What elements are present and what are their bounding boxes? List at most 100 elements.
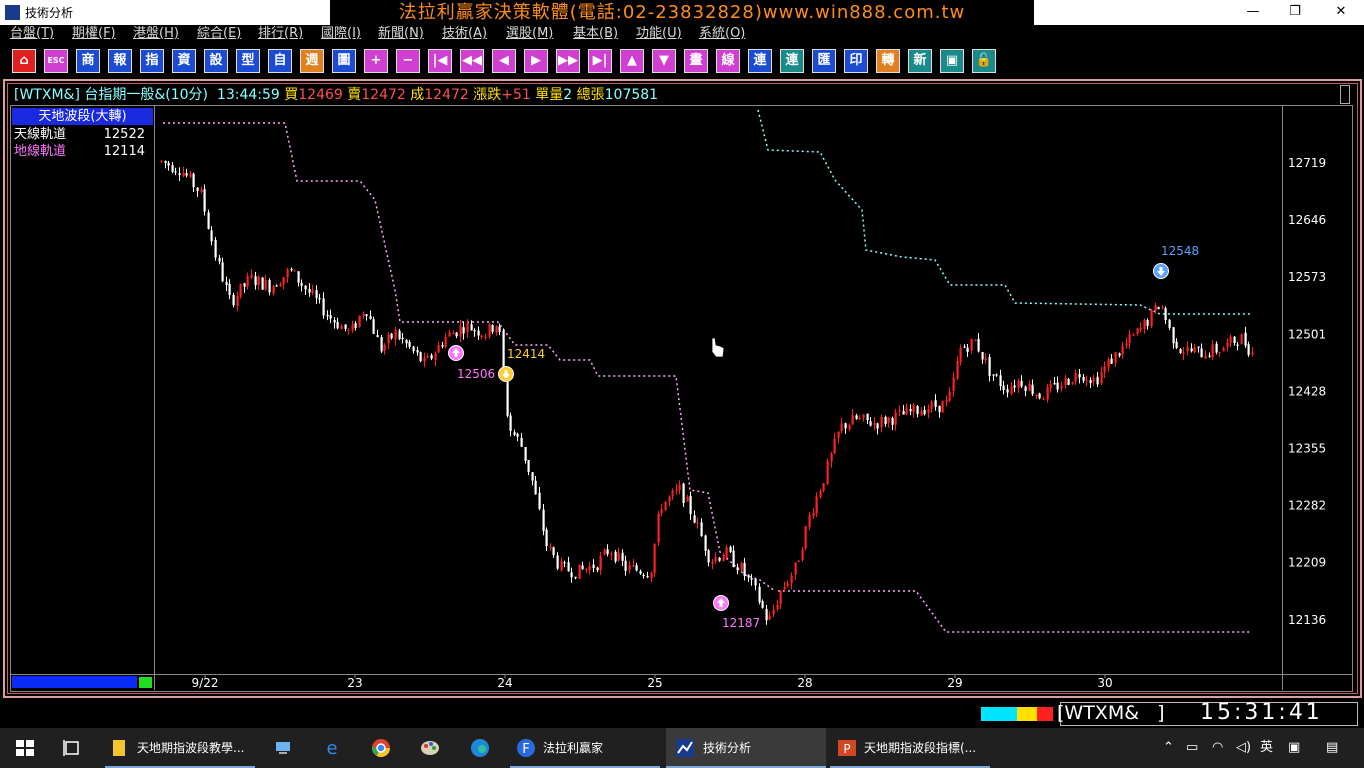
status-color-block xyxy=(1001,707,1017,721)
draw-button[interactable]: 畫 xyxy=(684,49,708,73)
indicator-status-box[interactable] xyxy=(139,677,152,688)
change-label: 漲跌 xyxy=(473,87,502,103)
forward-button[interactable]: ▶ xyxy=(524,49,548,73)
paint-icon[interactable] xyxy=(420,738,440,758)
print-button[interactable]: 印 xyxy=(844,49,868,73)
folder-icon xyxy=(113,740,125,756)
taskbar-item-folder[interactable]: 天地期指波段教學... xyxy=(105,728,255,768)
line-button[interactable]: 線 xyxy=(716,49,740,73)
bid-value: 12469 xyxy=(298,87,343,103)
fast-forward-button[interactable]: ▶▶ xyxy=(556,49,580,73)
svg-text:F: F xyxy=(522,742,529,757)
ie-browser-icon[interactable]: e xyxy=(322,738,342,758)
first-button[interactable]: |◀ xyxy=(428,49,452,73)
status-clock: 15:31:41 xyxy=(1200,700,1323,725)
menu-item[interactable]: 排行(R) xyxy=(258,25,303,43)
panel-scroll-handle[interactable] xyxy=(1340,85,1350,104)
home-button[interactable]: ⌂ xyxy=(12,49,36,73)
set-button[interactable]: 設 xyxy=(204,49,228,73)
menu-item[interactable]: 國際(I) xyxy=(321,25,361,43)
total-label: 總張 xyxy=(576,87,605,103)
volume-value: 2 xyxy=(563,87,573,103)
volume-label: 單量 xyxy=(535,87,564,103)
menu-item[interactable]: 新聞(N) xyxy=(378,25,424,43)
legend-value: 12522 xyxy=(103,127,145,142)
last-button[interactable]: ▶| xyxy=(588,49,612,73)
deal-value: 12472 xyxy=(424,87,469,103)
toolbar: ⌂ ESC 商報指資設型自週圖 + − |◀ ◀◀ ◀ ▶ ▶▶ ▶| ▲ ▼ 畫線連連匯印轉新 ▣ 🔓 xyxy=(0,43,1364,79)
taskbar-item-tech-analysis[interactable]: 技術分析 xyxy=(666,728,826,768)
taskbar-item-label: 法拉利贏家 xyxy=(543,741,604,755)
edge-icon[interactable] xyxy=(470,738,490,758)
show-hidden-icons-icon[interactable]: ⌃ xyxy=(1163,728,1174,768)
title-bar: 技術分析 法拉利贏家決策軟體(電話:02-23832828)www.win888… xyxy=(0,0,1364,25)
transfer-button[interactable]: 轉 xyxy=(876,49,900,73)
window-button[interactable]: ▣ xyxy=(940,49,964,73)
shang-button[interactable]: 商 xyxy=(76,49,100,73)
menu-item[interactable]: 基本(B) xyxy=(573,25,618,43)
refresh-button[interactable]: 新 xyxy=(908,49,932,73)
menu-item[interactable]: 綜合(E) xyxy=(197,25,241,43)
chrome-icon[interactable] xyxy=(371,738,391,758)
windows-start-icon[interactable] xyxy=(15,738,35,758)
zoom-in-button[interactable]: + xyxy=(364,49,388,73)
period-button[interactable]: 週 xyxy=(300,49,324,73)
custom-button[interactable]: 自 xyxy=(268,49,292,73)
ime-indicator[interactable]: 英 xyxy=(1260,728,1273,768)
windows-taskbar: 天地期指波段教學... e F 法拉利贏家 技術分析 P 天地期指波段指標(..… xyxy=(0,728,1364,768)
status-color-block xyxy=(1017,707,1037,721)
close-button[interactable]: ✕ xyxy=(1318,1,1364,23)
taskbar-item-ferrari[interactable]: F 法拉利贏家 xyxy=(510,728,660,768)
wifi-icon[interactable]: ◠ xyxy=(1212,728,1223,768)
app-logo-icon xyxy=(5,5,20,20)
quote-time: 13:44:59 xyxy=(216,87,280,103)
legend-value: 12114 xyxy=(103,144,145,159)
export-button[interactable]: 匯 xyxy=(812,49,836,73)
back-button[interactable]: ◀ xyxy=(492,49,516,73)
menu-item[interactable]: 功能(U) xyxy=(636,25,682,43)
taskbar-item-label: 天地期指波段教學... xyxy=(137,741,245,755)
menu-item[interactable]: 台盤(T) xyxy=(10,25,54,43)
link2-button[interactable]: 連 xyxy=(780,49,804,73)
quote-button[interactable]: 報 xyxy=(108,49,132,73)
indicator-title[interactable]: 天地波段(大轉) xyxy=(12,108,153,125)
taskbar-item-label: 天地期指波段指標(... xyxy=(864,741,977,755)
menu-item[interactable]: 期權(F) xyxy=(72,25,116,43)
notification-icon[interactable]: ▤ xyxy=(1326,728,1338,768)
up-button[interactable]: ▲ xyxy=(620,49,644,73)
menu-item[interactable]: 選股(M) xyxy=(506,25,553,43)
esc-button[interactable]: ESC xyxy=(44,49,68,73)
computer-icon[interactable] xyxy=(273,738,293,758)
symbol-code: [WTXM&] xyxy=(14,87,80,103)
menu-bar: 台盤(T) 期權(F) 港盤(H) 綜合(E) 排行(R) 國際(I) 新聞(N) 技術(A)… xyxy=(0,25,1364,43)
svg-text:e: e xyxy=(326,738,337,758)
quote-info-bar: [WTXM&] 台指期一般&(10分) 13:44:59 買12469 賣124… xyxy=(14,86,658,104)
battery-icon[interactable]: ▭ xyxy=(1186,728,1198,768)
zoom-out-button[interactable]: − xyxy=(396,49,420,73)
chart-area-border xyxy=(10,105,1353,692)
task-view-icon[interactable] xyxy=(62,738,82,758)
menu-item[interactable]: 系統(O) xyxy=(699,25,745,43)
indicator-button[interactable]: 指 xyxy=(140,49,164,73)
ferrari-app-icon: F xyxy=(517,739,535,757)
chart-type-button[interactable]: 圖 xyxy=(332,49,356,73)
maximize-button[interactable]: ❐ xyxy=(1272,1,1318,23)
change-value: +51 xyxy=(501,87,531,103)
lock-button[interactable]: 🔓 xyxy=(972,49,996,73)
down-button[interactable]: ▼ xyxy=(652,49,676,73)
total-value: 107581 xyxy=(604,87,659,103)
zi-button[interactable]: 資 xyxy=(172,49,196,73)
legend-label: 地線軌道 xyxy=(14,144,67,159)
layout-button[interactable]: 型 xyxy=(236,49,260,73)
menu-item[interactable]: 技術(A) xyxy=(442,25,487,43)
deal-label: 成 xyxy=(410,87,425,103)
link-button[interactable]: 連 xyxy=(748,49,772,73)
status-color-block xyxy=(981,707,1001,721)
volume-icon[interactable]: ◁) xyxy=(1236,728,1251,768)
minimize-button[interactable]: — xyxy=(1230,1,1276,23)
ime-mode-icon[interactable]: ▣ xyxy=(1288,728,1300,768)
fast-back-button[interactable]: ◀◀ xyxy=(460,49,484,73)
symbol-name: 台指期一般&(10分) xyxy=(84,87,209,103)
menu-item[interactable]: 港盤(H) xyxy=(133,25,179,43)
taskbar-item-ppt[interactable]: P 天地期指波段指標(... xyxy=(830,728,990,768)
